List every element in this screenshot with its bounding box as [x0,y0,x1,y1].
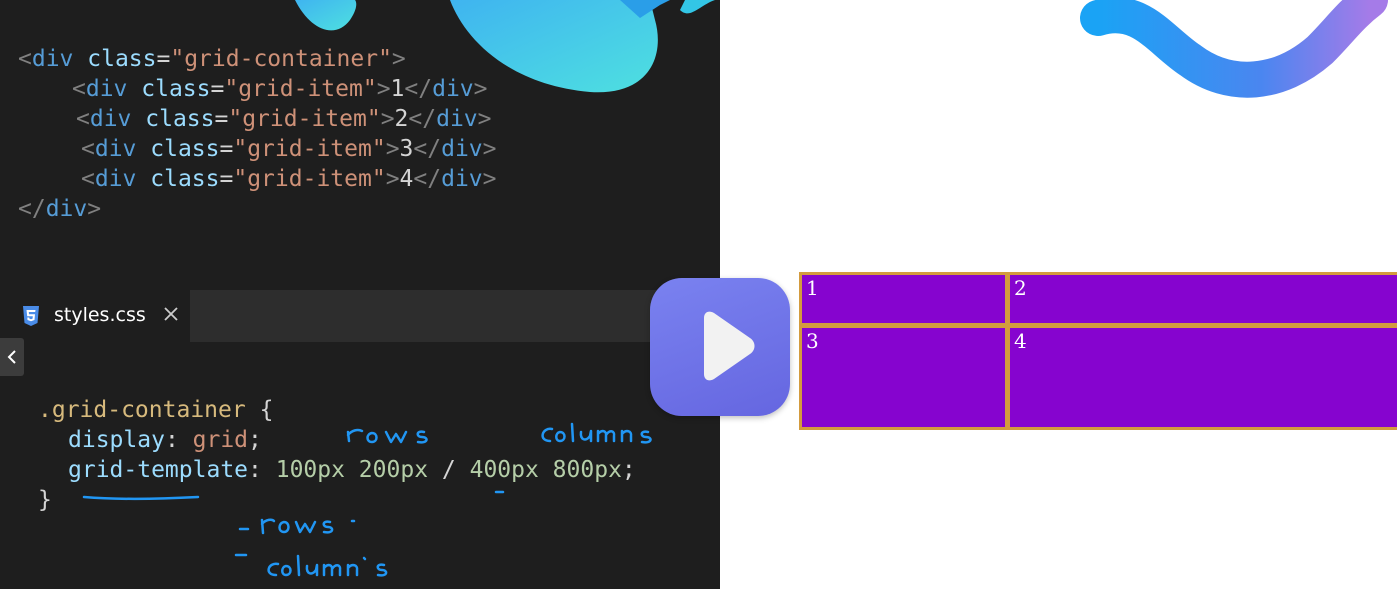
tag-name: div [441,166,483,192]
tab-label: styles.css [54,304,146,326]
tag-bracket: </ [413,166,442,192]
tag-bracket: < [18,46,32,72]
grid-container-preview: 1 2 3 4 [799,272,1397,430]
tag-bracket: > [473,76,488,102]
attr-value: "grid-item" [233,136,386,162]
attr-name: class [73,46,157,72]
tag-bracket: </ [413,136,442,162]
slash: / [428,457,470,483]
tag-bracket: > [477,106,492,132]
tag-name: div [436,106,478,132]
tag-name: div [85,76,128,102]
tab-styles-css[interactable]: styles.css [0,290,190,342]
browser-preview: 1 2 3 4 [720,0,1397,589]
tag-bracket: > [87,196,102,222]
equals: = [219,136,234,162]
tag-bracket: > [391,46,406,72]
code-line-3: <div class="grid-item">2</div> [76,104,492,134]
tag-name: div [432,76,474,102]
attr-value: "grid-container" [170,46,392,72]
tag-bracket: > [482,136,497,162]
css-line-grid-template: grid-template: 100px 200px / 400px 800px… [68,455,636,485]
attr-value: "grid-item" [228,106,381,132]
attr-name: class [127,76,211,102]
grid-item-2: 2 [1010,275,1397,323]
tag-bracket: < [76,106,90,132]
tag-name: div [94,166,137,192]
decorative-wave-icon [1080,0,1388,98]
element-text: 3 [399,136,414,162]
css-line-selector: .grid-container { [38,395,273,425]
tag-bracket: </ [18,196,46,222]
tag-name: div [45,196,88,222]
editor-tab-bar: styles.css [0,290,720,342]
css-editor[interactable]: styles.css .grid-container { display: gr… [0,290,720,589]
code-line-4: <div class="grid-item">3</div> [81,134,497,164]
css-property: display [68,427,165,453]
attr-value: "grid-item" [233,166,386,192]
grid-item-4: 4 [1010,328,1397,427]
open-brace: { [245,397,274,423]
grid-item-1: 1 [802,275,1005,323]
semicolon: ; [621,457,636,483]
tag-bracket: < [81,136,95,162]
css-line-close: } [38,485,52,515]
attr-value: "grid-item" [224,76,377,102]
css-line-display: display: grid; [68,425,262,455]
equals: = [210,76,225,102]
tag-name: div [94,136,137,162]
tag-bracket: > [385,136,400,162]
css3-icon [23,306,39,326]
semicolon: ; [248,427,262,453]
tag-bracket: > [482,166,497,192]
attr-name: class [136,166,220,192]
css-selector: .grid-container [38,397,246,423]
code-line-2: <div class="grid-item">1</div> [72,74,488,104]
attr-name: class [136,136,220,162]
tag-bracket: < [81,166,95,192]
tag-bracket: > [376,76,391,102]
colon: : [248,457,276,483]
collapse-panel-button[interactable] [0,338,24,376]
close-icon[interactable] [161,304,181,324]
equals: = [214,106,229,132]
close-brace: } [38,487,52,513]
code-line-6: </div> [18,194,101,224]
tag-name: div [89,106,132,132]
tag-name: div [441,136,483,162]
code-line-1: <div class="grid-container"> [18,44,406,74]
element-text: 4 [399,166,414,192]
chevron-left-icon [7,350,16,364]
grid-item-3: 3 [802,328,1005,427]
tag-bracket: < [72,76,86,102]
css-value-rows: 100px 200px [275,457,429,483]
css-value: grid [192,427,249,453]
equals: = [156,46,171,72]
element-text: 1 [390,76,405,102]
equals: = [219,166,234,192]
element-text: 2 [394,106,409,132]
attr-name: class [131,106,215,132]
tag-bracket: </ [408,106,437,132]
colon: : [164,427,193,453]
css-value-columns: 400px 800px [469,457,622,483]
play-icon [704,311,755,381]
tag-bracket: > [380,106,395,132]
play-button[interactable] [650,278,790,416]
html-editor[interactable]: <div class="grid-container"> <div class=… [0,0,720,290]
tag-bracket: </ [404,76,433,102]
tag-name: div [31,46,74,72]
code-line-5: <div class="grid-item">4</div> [81,164,497,194]
tag-bracket: > [385,166,400,192]
css-property: grid-template [68,457,249,483]
